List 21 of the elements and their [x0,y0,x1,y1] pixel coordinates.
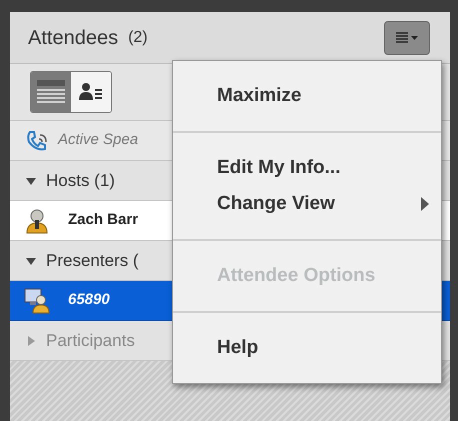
panel-menu-button[interactable] [384,20,430,54]
menu-item[interactable]: Edit My Info... [173,150,441,186]
menu-item[interactable]: Help [173,330,441,366]
menu-icon [396,32,418,44]
person-list-icon [79,82,103,102]
card-view-button[interactable] [71,72,111,112]
attendee-name: 65890 [68,290,110,310]
phone-speaker-icon [26,130,48,152]
list-icon [37,80,65,104]
attendee-count: (2) [128,28,148,48]
host-person-icon [24,208,50,234]
group-label: Presenters ( [46,250,139,272]
group-label: Participants [46,330,135,352]
list-view-button[interactable] [31,72,71,112]
presenter-monitor-icon [24,288,50,314]
group-label: Hosts (1) [46,170,115,192]
attendee-name: Zach Barr [68,210,138,230]
menu-item[interactable]: Change View [173,186,441,222]
menu-item[interactable]: Maximize [173,78,441,114]
panel-title: Attendees [28,26,118,50]
active-speakers-label: Active Spea [58,130,138,150]
